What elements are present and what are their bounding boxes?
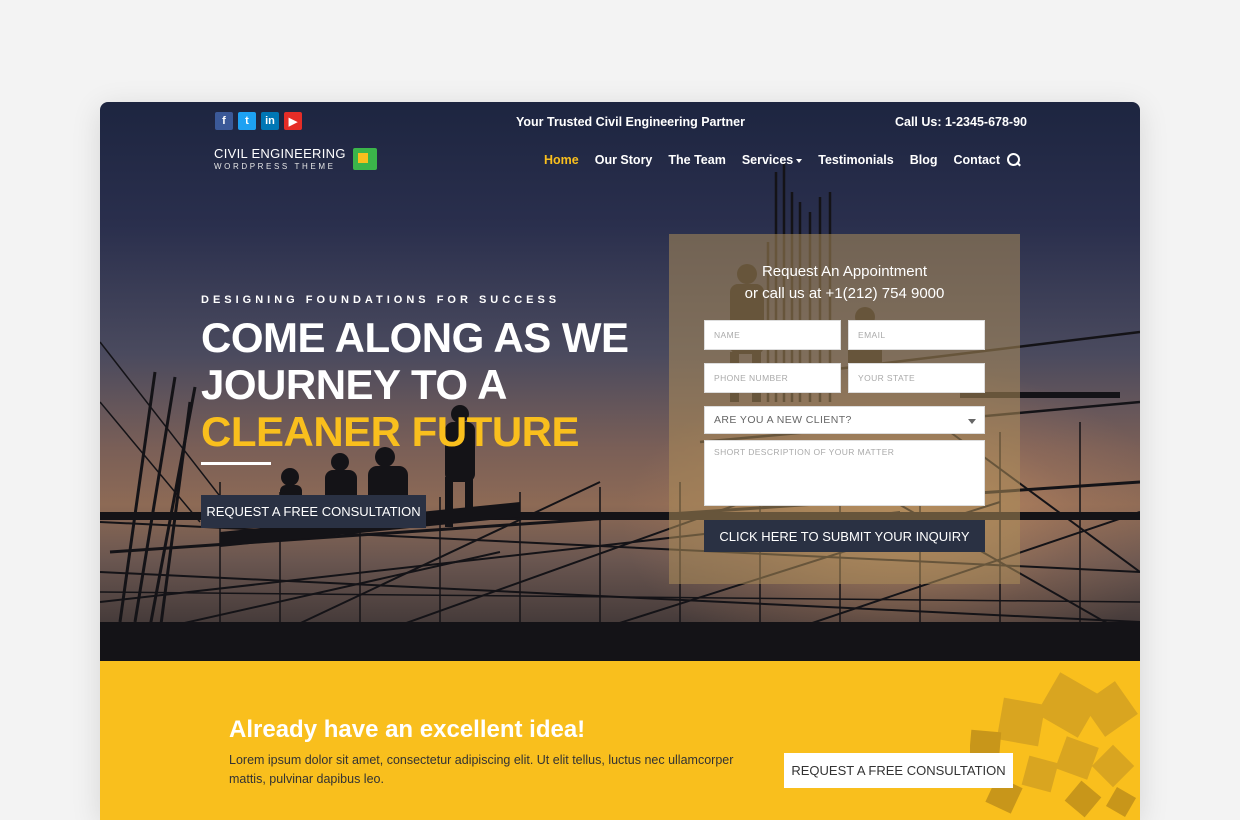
headline-highlight: CLEANER FUTURE [201,408,579,455]
site-logo[interactable]: CIVIL ENGINEERING WORDPRESS THEME [214,146,377,171]
logo-subtitle: WORDPRESS THEME [214,162,336,171]
nav-services[interactable]: Services [741,153,803,167]
nav-the-team[interactable]: The Team [668,153,725,167]
state-field[interactable]: YOUR STATE [848,363,985,393]
nav-blog[interactable]: Blog [910,153,938,167]
submit-inquiry-button[interactable]: CLICK HERE TO SUBMIT YOUR INQUIRY [704,520,985,552]
hero-divider [201,462,271,465]
nav-home[interactable]: Home [544,153,579,167]
linkedin-icon[interactable]: in [261,112,279,130]
email-field[interactable]: EMAIL [848,320,985,350]
chevron-down-icon [968,419,976,424]
form-title: Request An Appointment or call us at +1(… [669,261,1020,305]
form-title-line-2: or call us at +1(212) 754 9000 [744,285,945,302]
nav-testimonials[interactable]: Testimonials [818,153,893,167]
logo-title: CIVIL ENGINEERING [214,146,346,161]
band-consultation-button[interactable]: REQUEST A FREE CONSULTATION [784,753,1013,788]
website-card: f t in ▶ Your Trusted Civil Engineering … [100,102,1140,820]
new-client-select[interactable]: ARE YOU A NEW CLIENT? [704,406,985,434]
youtube-icon[interactable]: ▶ [284,112,302,130]
facebook-icon[interactable]: f [215,112,233,130]
matter-textarea[interactable]: SHORT DESCRIPTION OF YOUR MATTER [704,440,985,506]
name-field[interactable]: NAME [704,320,841,350]
social-links: f t in ▶ [215,112,302,130]
appointment-form: Request An Appointment or call us at +1(… [669,234,1020,584]
search-icon[interactable] [1007,153,1021,167]
nav-services-label: Services [741,153,794,167]
hero-consultation-button[interactable]: REQUEST A FREE CONSULTATION [201,495,426,528]
phone-field[interactable]: PHONE NUMBER [704,363,841,393]
band-title: Already have an excellent idea! [229,716,586,743]
form-title-line-1: Request An Appointment [761,263,928,280]
cta-band: Already have an excellent idea! Lorem ip… [100,661,1140,820]
headline-line-1: COME ALONG AS WE [201,314,629,361]
nav-our-story[interactable]: Our Story [595,153,653,167]
hero-headline: COME ALONG AS WE JOURNEY TO A CLEANER FU… [201,314,629,455]
logo-icon [353,148,377,170]
main-nav: Home Our Story The Team Services Testimo… [544,153,1000,167]
hero-eyebrow: DESIGNING FOUNDATIONS FOR SUCCESS [201,294,561,306]
top-tagline: Your Trusted Civil Engineering Partner [516,115,745,129]
headline-line-2: JOURNEY TO A [201,361,507,408]
twitter-icon[interactable]: t [238,112,256,130]
band-text: Lorem ipsum dolor sit amet, consectetur … [229,753,734,786]
new-client-select-value: ARE YOU A NEW CLIENT? [714,414,852,426]
decorative-squares [970,672,1138,818]
chevron-down-icon [796,158,803,163]
phone-number[interactable]: Call Us: 1-2345-678-90 [895,115,1027,129]
nav-contact[interactable]: Contact [954,153,1001,167]
hero-section: f t in ▶ Your Trusted Civil Engineering … [100,102,1140,661]
